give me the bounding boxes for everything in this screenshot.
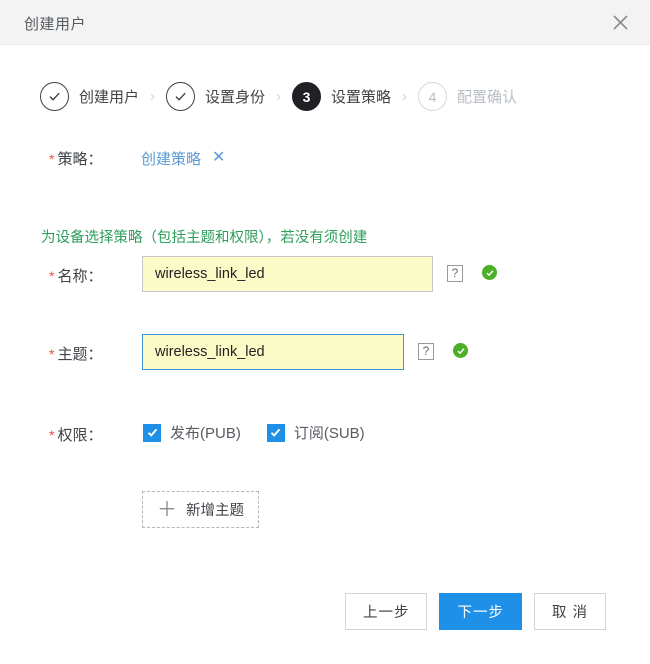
checkbox-pub-label: 发布(PUB) xyxy=(170,425,241,442)
name-valid-icon xyxy=(482,265,497,280)
policy-label: * 策略： xyxy=(49,148,102,169)
close-button[interactable] xyxy=(606,8,634,36)
required-mark-policy: * xyxy=(49,151,55,167)
close-icon xyxy=(612,14,629,31)
page-title: 创建用户 xyxy=(24,16,87,33)
step-check-icon-1 xyxy=(40,82,69,111)
checkbox-sub[interactable]: 订阅(SUB) xyxy=(266,422,365,443)
name-help-icon[interactable]: ? xyxy=(447,265,463,282)
permission-label-text: 权限： xyxy=(57,427,103,444)
permission-label: * 权限： xyxy=(49,424,102,445)
required-mark-topic: * xyxy=(49,346,55,362)
step-item-set-policy[interactable]: 3 设置策略 xyxy=(292,82,391,111)
step-item-confirm[interactable]: 4 配置确认 xyxy=(418,82,517,111)
dialog-header: 创建用户 xyxy=(0,0,650,45)
policy-label-text: 策略： xyxy=(57,151,103,168)
cancel-button[interactable]: 取 消 xyxy=(533,593,606,630)
policy-hint-text: 为设备选择策略（包括主题和权限），若没有须创建 xyxy=(41,230,368,246)
required-mark-permission: * xyxy=(49,427,55,443)
required-mark-name: * xyxy=(49,268,55,284)
step-label-4: 配置确认 xyxy=(457,89,518,106)
remove-policy-icon[interactable]: ✕ xyxy=(212,147,225,167)
permission-checkbox-group: 发布(PUB) 订阅(SUB) xyxy=(143,422,391,443)
name-input[interactable] xyxy=(142,256,433,292)
step-label-2: 设置身份 xyxy=(205,89,266,106)
create-policy-link[interactable]: 创建策略 xyxy=(141,148,201,169)
step-label-1: 创建用户 xyxy=(79,89,140,106)
step-separator-3: › xyxy=(402,88,408,105)
add-topic-label: 新增主题 xyxy=(186,503,244,519)
previous-step-button[interactable]: 上一步 xyxy=(344,593,428,630)
topic-help-icon[interactable]: ? xyxy=(418,343,434,360)
checkbox-sub-box[interactable] xyxy=(266,423,285,442)
step-number-3: 3 xyxy=(292,82,322,111)
add-topic-button[interactable]: ＋ 新增主题 xyxy=(142,491,259,528)
plus-icon: ＋ xyxy=(157,498,177,521)
step-label-3: 设置策略 xyxy=(331,89,392,106)
step-indicator: 创建用户 › 设置身份 › 3 设置策略 › 4 配置确认 xyxy=(40,82,517,111)
topic-label-text: 主题： xyxy=(57,346,103,363)
topic-input[interactable] xyxy=(142,334,404,370)
step-item-set-identity[interactable]: 设置身份 xyxy=(166,82,265,111)
name-label: * 名称： xyxy=(49,265,102,286)
step-number-4: 4 xyxy=(418,82,448,111)
checkbox-sub-label: 订阅(SUB) xyxy=(293,425,365,442)
step-separator-1: › xyxy=(150,88,156,105)
step-item-create-user[interactable]: 创建用户 xyxy=(40,82,139,111)
checkbox-pub-box[interactable] xyxy=(143,423,161,442)
checkbox-pub[interactable]: 发布(PUB) xyxy=(143,422,241,443)
name-label-text: 名称： xyxy=(57,268,103,285)
topic-label: * 主题： xyxy=(49,343,102,364)
step-check-icon-2 xyxy=(166,82,196,111)
next-step-button[interactable]: 下一步 xyxy=(439,593,522,630)
topic-valid-icon xyxy=(453,343,468,358)
dialog-footer: 上一步 下一步 取 消 xyxy=(0,593,650,630)
step-separator-2: › xyxy=(276,88,282,105)
